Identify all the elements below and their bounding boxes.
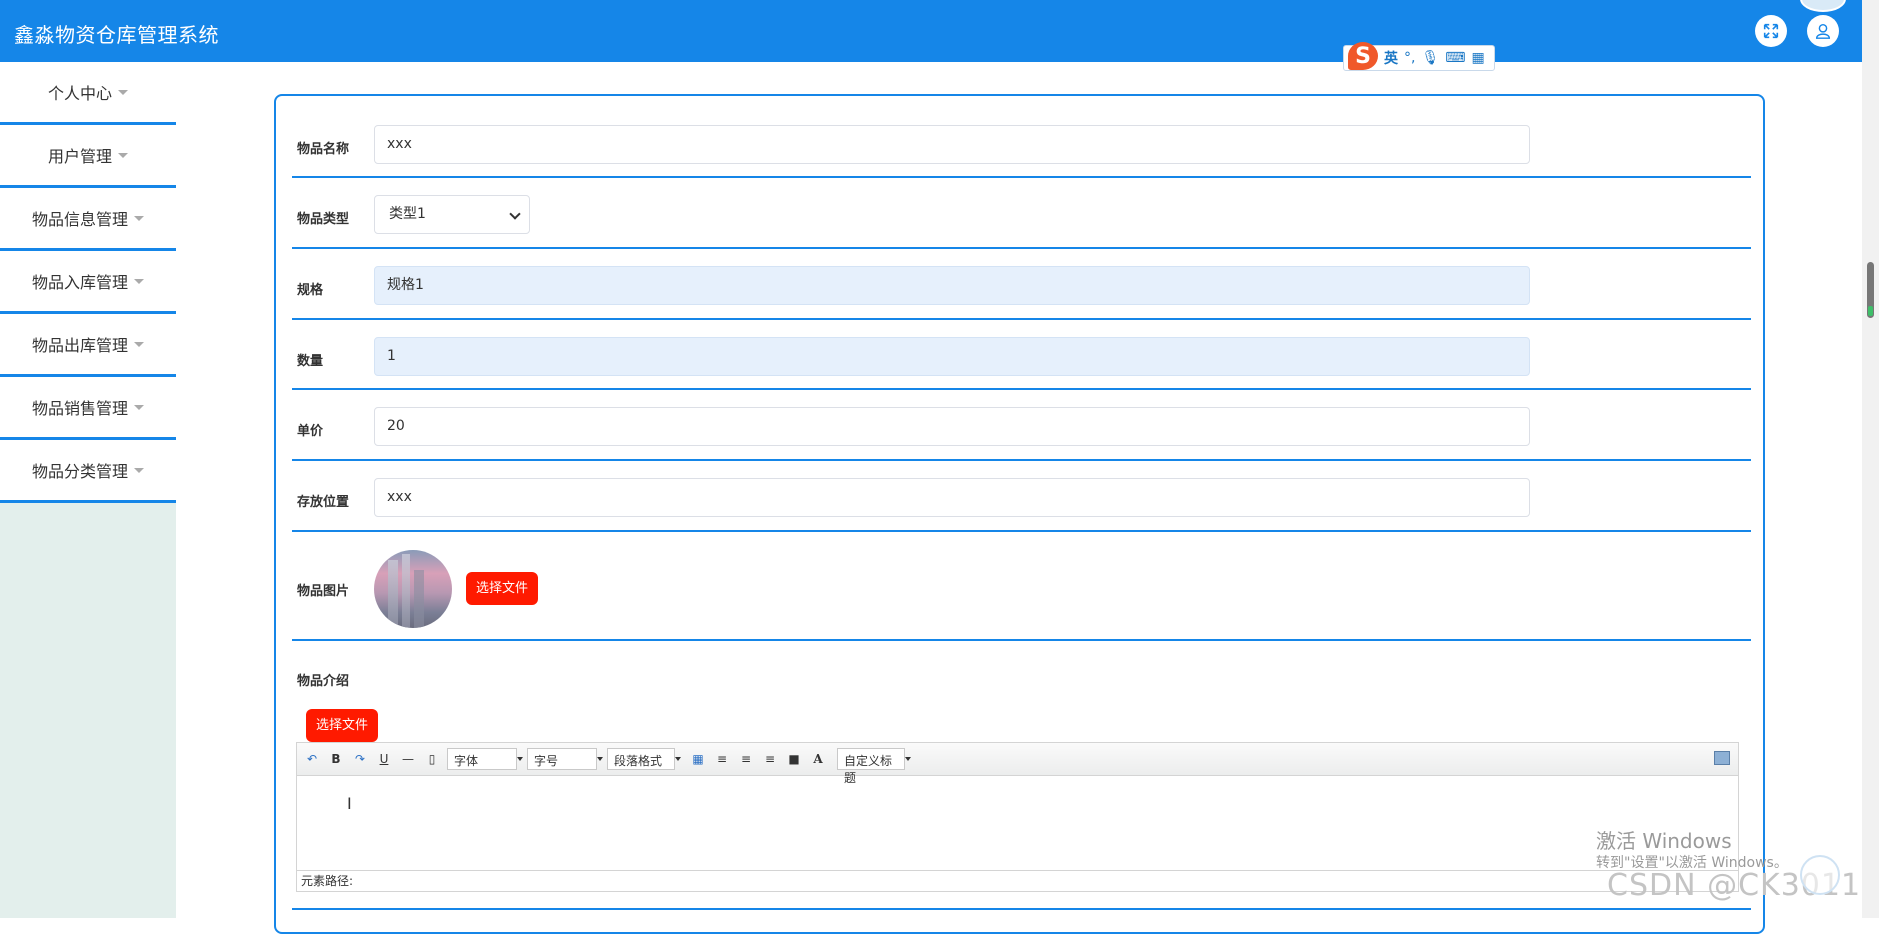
caret-down-icon <box>118 152 128 158</box>
sidebar-item-category[interactable]: 物品分类管理 <box>0 440 176 503</box>
sidebar-item-goods-info[interactable]: 物品信息管理 <box>0 188 176 251</box>
row-spec: 规格 规格1 <box>292 249 1751 320</box>
sidebar-item-label: 物品入库管理 <box>31 273 128 292</box>
form-panel: 物品名称 xxx 物品类型 类型1 规格 规格1 数量 1 单价 20 存放位置… <box>274 94 1765 934</box>
align-right-icon[interactable]: ≡ <box>737 752 755 766</box>
chevron-down-icon <box>509 208 521 220</box>
sidebar-item-stock-in[interactable]: 物品入库管理 <box>0 251 176 314</box>
row-name: 物品名称 xxx <box>292 96 1751 178</box>
image-label: 物品图片 <box>297 584 350 599</box>
thumbnail-detail <box>402 554 410 628</box>
font-color-icon[interactable]: A <box>809 752 827 766</box>
fullscreen-editor-icon[interactable] <box>1714 751 1730 765</box>
align-center-icon[interactable]: ≡ <box>761 752 779 766</box>
ime-mode[interactable]: 英 <box>1384 48 1398 68</box>
sidebar-item-label: 物品销售管理 <box>31 399 128 418</box>
expand-icon[interactable] <box>1755 15 1787 47</box>
sidebar-item-label: 个人中心 <box>47 84 112 103</box>
name-label: 物品名称 <box>297 142 350 157</box>
row-price: 单价 20 <box>292 390 1751 461</box>
location-input[interactable]: xxx <box>374 478 1530 517</box>
spec-input[interactable]: 规格1 <box>374 266 1530 305</box>
font-size-select[interactable]: 字号 <box>527 748 603 770</box>
location-label: 存放位置 <box>297 495 350 510</box>
caret-down-icon <box>134 215 144 221</box>
thumbnail-detail <box>414 570 424 628</box>
document-icon[interactable]: ▯ <box>423 752 441 766</box>
element-path-label: 元素路径: <box>301 874 354 888</box>
price-input[interactable]: 20 <box>374 407 1530 446</box>
sidebar-item-label: 物品信息管理 <box>31 210 128 229</box>
row-type: 物品类型 类型1 <box>292 178 1751 249</box>
sidebar-item-label: 物品出库管理 <box>31 336 128 355</box>
grid-icon[interactable]: ▦ <box>1471 50 1484 66</box>
undo-icon[interactable]: ↶ <box>303 752 321 766</box>
sidebar-item-sales[interactable]: 物品销售管理 <box>0 377 176 440</box>
app-title: 鑫淼物资仓库管理系统 <box>14 23 219 47</box>
page-scrollbar[interactable] <box>1862 0 1879 918</box>
top-bar: 鑫淼物资仓库管理系统 <box>0 0 1862 62</box>
thumbnail-detail <box>388 560 398 628</box>
text-cursor-icon: Ⅰ <box>347 794 352 813</box>
intro-choose-file-button[interactable]: 选择文件 <box>306 709 379 742</box>
table-icon[interactable]: ▦ <box>689 752 707 766</box>
editor-content-area[interactable]: Ⅰ <box>297 776 1738 870</box>
scrollbar-thumb[interactable] <box>1867 262 1874 318</box>
user-icon-graphic <box>1815 23 1831 39</box>
paragraph-format-select[interactable]: 段落格式 <box>607 748 681 770</box>
floating-action-button[interactable] <box>1800 855 1840 895</box>
rich-text-editor: ↶ B ↷ U — ▯ 字体 字号 段落格式 ▦ ≡ ≡ ≡ ■ A 自定义标题… <box>296 742 1739 892</box>
align-justify-icon[interactable]: ■ <box>785 752 803 766</box>
caret-down-icon <box>134 341 144 347</box>
sogou-logo-icon: S <box>1348 42 1378 70</box>
row-location: 存放位置 xxx <box>292 461 1751 532</box>
horizontal-rule-icon[interactable]: — <box>399 752 417 766</box>
qty-input[interactable]: 1 <box>374 337 1530 376</box>
element-path-bar: 元素路径: <box>297 870 1738 892</box>
row-image: 物品图片 选择文件 <box>292 532 1751 641</box>
ime-toolbar[interactable]: S 英 °, 🎙 ⌨ ▦ <box>1343 42 1495 71</box>
type-select[interactable]: 类型1 <box>374 195 530 234</box>
expand-icon-graphic <box>1763 23 1779 39</box>
row-qty: 数量 1 <box>292 320 1751 390</box>
custom-heading-select[interactable]: 自定义标题 <box>837 748 911 785</box>
redo-icon[interactable]: ↷ <box>351 752 369 766</box>
keyboard-icon[interactable]: ⌨ <box>1445 50 1465 66</box>
align-left-icon[interactable]: ≡ <box>713 752 731 766</box>
underline-button[interactable]: U <box>375 752 393 766</box>
divider <box>292 908 1751 910</box>
editor-toolbar: ↶ B ↷ U — ▯ 字体 字号 段落格式 ▦ ≡ ≡ ≡ ■ A 自定义标题 <box>297 743 1738 785</box>
sidebar-item-stock-out[interactable]: 物品出库管理 <box>0 314 176 377</box>
user-icon[interactable] <box>1807 15 1839 47</box>
goods-image-thumbnail <box>374 550 452 628</box>
caret-down-icon <box>134 278 144 284</box>
qty-label: 数量 <box>297 354 324 369</box>
sidebar: 个人中心 用户管理 物品信息管理 物品入库管理 物品出库管理 物品销售管理 物品… <box>0 62 176 918</box>
name-input[interactable]: xxx <box>374 125 1530 164</box>
spec-label: 规格 <box>297 283 324 298</box>
caret-down-icon <box>118 89 128 95</box>
image-choose-file-button[interactable]: 选择文件 <box>466 572 539 605</box>
bold-button[interactable]: B <box>327 752 345 766</box>
intro-label: 物品介绍 <box>297 674 350 689</box>
caret-down-icon <box>134 404 144 410</box>
price-label: 单价 <box>297 424 324 439</box>
punctuation-icon[interactable]: °, <box>1404 50 1415 66</box>
sidebar-item-users[interactable]: 用户管理 <box>0 125 176 188</box>
sidebar-item-personal[interactable]: 个人中心 <box>0 62 176 125</box>
font-family-select[interactable]: 字体 <box>447 748 523 770</box>
sidebar-item-label: 物品分类管理 <box>31 462 128 481</box>
corner-decoration <box>1800 0 1846 12</box>
type-label: 物品类型 <box>297 212 350 227</box>
sidebar-item-label: 用户管理 <box>47 147 112 166</box>
type-select-value: 类型1 <box>389 206 426 222</box>
windows-activation-title: 激活 Windows <box>1596 829 1732 853</box>
mic-icon[interactable]: 🎙 <box>1421 50 1439 66</box>
caret-down-icon <box>134 467 144 473</box>
